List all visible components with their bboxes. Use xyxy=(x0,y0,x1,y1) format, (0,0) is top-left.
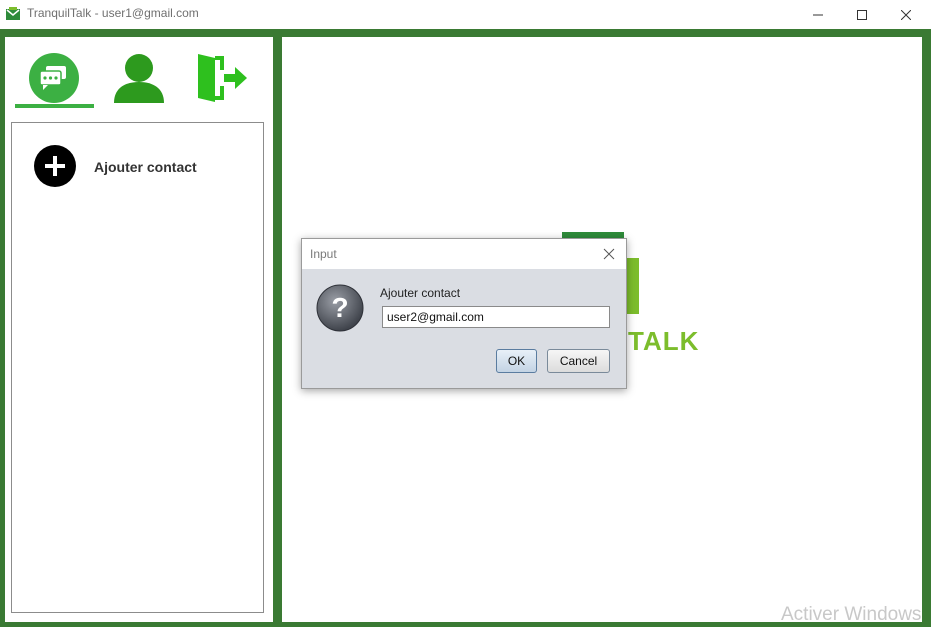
window-title: TranquilTalk - user1@gmail.com xyxy=(27,6,199,20)
dialog-title: Input xyxy=(310,247,337,261)
ok-button[interactable]: OK xyxy=(496,349,537,373)
minimize-icon xyxy=(813,14,823,15)
windows-activation-watermark: Activer Windows xyxy=(781,604,922,625)
dialog-prompt: Ajouter contact xyxy=(380,286,461,300)
user-icon[interactable] xyxy=(113,52,165,104)
dialog-title-bar: Input xyxy=(302,239,626,269)
minimize-button[interactable] xyxy=(795,0,841,29)
logo-text: TALK xyxy=(628,326,700,356)
close-button[interactable] xyxy=(883,0,929,29)
add-contact-item[interactable]: Ajouter contact xyxy=(34,145,234,189)
maximize-button[interactable] xyxy=(839,0,885,29)
cancel-button[interactable]: Cancel xyxy=(547,349,610,373)
title-bar: TranquilTalk - user1@gmail.com xyxy=(0,0,931,29)
email-input[interactable] xyxy=(382,306,610,328)
maximize-icon xyxy=(857,9,867,20)
contact-list: Ajouter contact xyxy=(11,122,264,613)
active-tab-indicator xyxy=(15,104,94,108)
chat-bubbles-icon[interactable] xyxy=(28,52,80,104)
logout-door-icon[interactable] xyxy=(197,52,249,104)
dialog-close-icon[interactable] xyxy=(600,245,618,263)
input-dialog: Input ? Ajouter contact OK Cancel xyxy=(301,238,627,389)
close-icon xyxy=(901,9,911,20)
question-icon: ? xyxy=(316,284,364,332)
add-contact-label: Ajouter contact xyxy=(94,159,197,175)
app-icon xyxy=(6,7,20,20)
plus-circle-icon xyxy=(34,145,76,187)
svg-text:?: ? xyxy=(331,292,348,323)
